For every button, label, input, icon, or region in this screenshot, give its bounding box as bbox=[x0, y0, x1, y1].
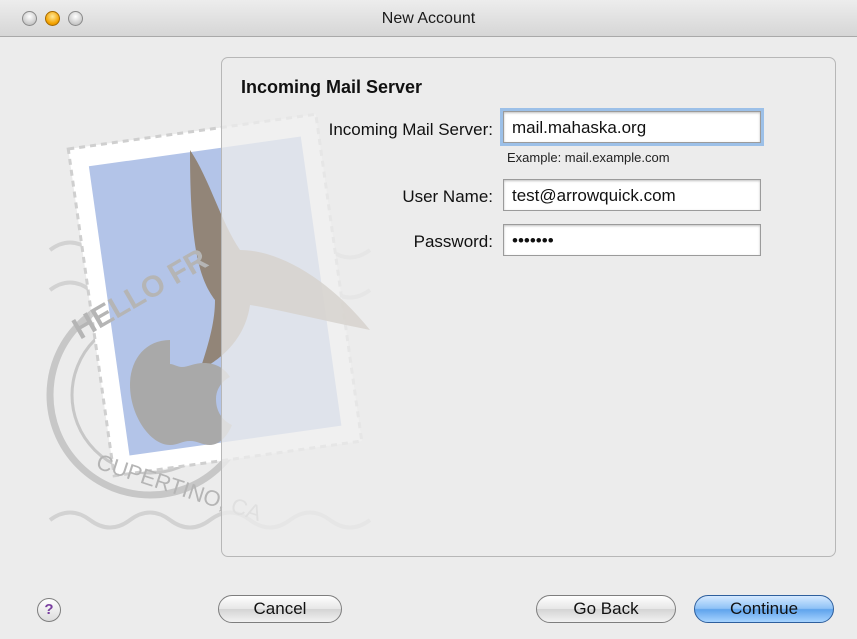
incoming-server-field[interactable]: mail.mahaska.org bbox=[500, 108, 764, 146]
password-field[interactable]: ••••••• bbox=[503, 224, 761, 256]
help-button[interactable]: ? bbox=[37, 598, 61, 622]
go-back-button[interactable]: Go Back bbox=[536, 595, 676, 623]
incoming-server-label: Incoming Mail Server: bbox=[328, 120, 493, 139]
continue-button[interactable]: Continue bbox=[694, 595, 834, 623]
user-name-label: User Name: bbox=[402, 187, 493, 206]
user-name-field[interactable]: test@arrowquick.com bbox=[503, 179, 761, 211]
title-bar: New Account bbox=[0, 0, 857, 37]
password-label: Password: bbox=[413, 232, 493, 251]
window-title: New Account bbox=[381, 10, 476, 27]
cancel-button[interactable]: Cancel bbox=[218, 595, 342, 623]
panel-heading: Incoming Mail Server bbox=[241, 77, 423, 97]
incoming-server-hint: Example: mail.example.com bbox=[507, 150, 670, 165]
